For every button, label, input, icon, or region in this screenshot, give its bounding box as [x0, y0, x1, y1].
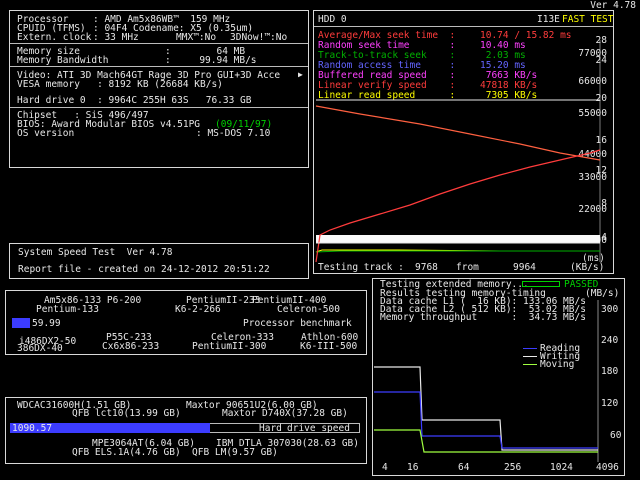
kbs-unit-label: (KB/s): [570, 262, 605, 273]
hdd-axis-ms-tick: 28: [596, 35, 608, 46]
mem-xtick: 1024: [550, 462, 573, 473]
mem-xtick: 16: [407, 462, 419, 473]
hdd-chart-bottom-band: [316, 235, 600, 243]
legend-swatch: [523, 348, 537, 349]
mem-xtick: 4096: [596, 462, 619, 473]
mem-ytick: 120: [601, 398, 619, 409]
mem-ytick: 180: [601, 366, 619, 377]
series-seek-time: [315, 149, 601, 263]
throughput-label: Memory throughput :: [380, 312, 518, 323]
series-verify-speed: [315, 105, 601, 161]
mem-unit: (MB/s): [585, 288, 620, 299]
mem-xtick: 64: [458, 462, 470, 473]
mem-xtick: 4: [382, 462, 388, 473]
mem-progress-bar: [522, 281, 560, 287]
mem-ytick: 60: [610, 430, 622, 441]
legend-swatch: [523, 356, 537, 357]
testing-track-label: Testing track :: [318, 262, 404, 273]
hdd-axis-ms-tick: 16: [596, 135, 608, 146]
hdd-axis-kbs-tick: 22000: [578, 204, 607, 215]
mem-ytick: 240: [601, 335, 619, 346]
legend-swatch: [523, 364, 537, 365]
hdd-axis-kbs-tick: 33000: [578, 172, 607, 183]
track-total: 9964: [513, 262, 536, 273]
track-value: 9768: [415, 262, 438, 273]
hdd-axis-kbs-tick: 66000: [578, 76, 607, 87]
hdd-axis-ms-tick: 20: [596, 93, 608, 104]
throughput-value: 34.73 MB/s: [523, 312, 586, 323]
hdd-axis-kbs-tick: 55000: [578, 108, 607, 119]
from-label: from: [456, 262, 479, 273]
mem-xtick: 256: [504, 462, 522, 473]
hdd-axis-kbs-tick: 77000: [578, 48, 607, 59]
legend-label: Moving: [540, 359, 575, 370]
series-track-seek: [315, 250, 600, 253]
mem-ytick: 300: [601, 304, 619, 315]
